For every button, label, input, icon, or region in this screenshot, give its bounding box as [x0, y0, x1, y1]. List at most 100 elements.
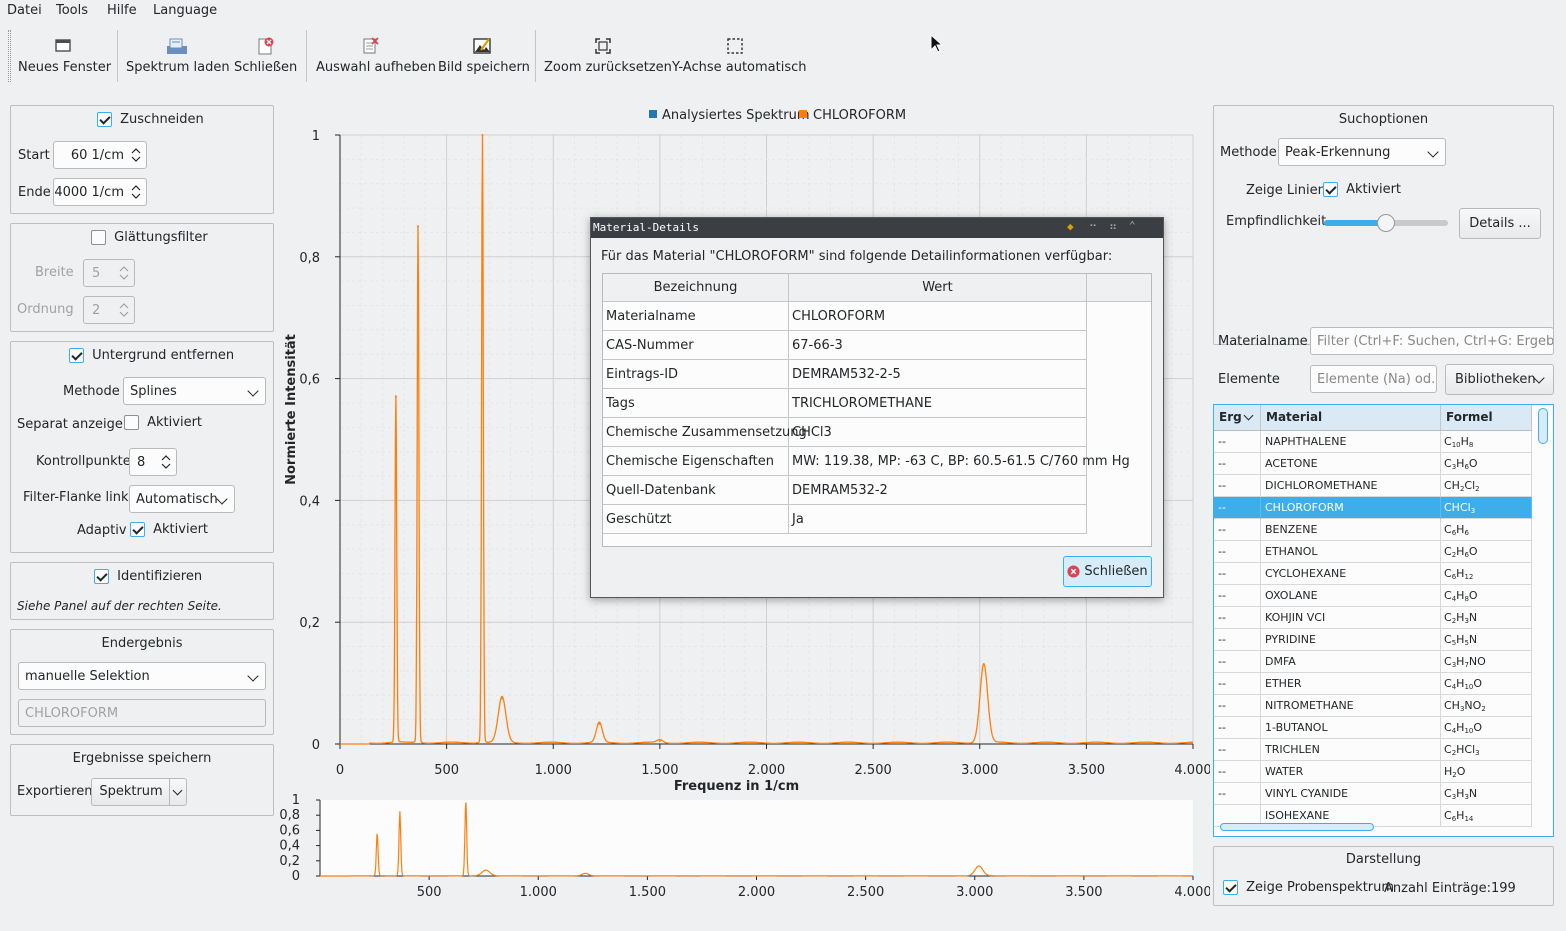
legend-label-chloroform[interactable]: CHLOROFORM — [813, 108, 906, 123]
formula-part: C — [1444, 721, 1452, 734]
table-row[interactable]: -- OXOLANE C4H8O — [1214, 585, 1532, 607]
col-header-formula[interactable]: Formel — [1441, 405, 1532, 431]
overview-chart[interactable]: 500 1.000 1.500 2.000 2.500 3.000 3.500 4.00000… — [280, 790, 1210, 910]
identify-hint: Siehe Panel auf der rechten Seite. — [17, 599, 222, 613]
auto-y-axis-icon — [727, 38, 743, 54]
vertical-scrollbar-handle[interactable] — [1538, 408, 1548, 444]
material-filter-input[interactable]: Filter (Ctrl+F: Suchen, Ctrl+G: Ergebnis… — [1310, 327, 1554, 355]
menu-tools[interactable]: Tools — [56, 3, 88, 18]
menu-language[interactable]: Language — [153, 3, 217, 18]
spin-arrows-icon[interactable] — [130, 145, 142, 165]
formula-part: C — [1444, 655, 1452, 668]
smoothing-toggle[interactable]: Glättungsfilter — [91, 230, 208, 245]
probe-checkbox[interactable] — [1223, 880, 1238, 895]
clear-selection-button[interactable]: Auswahl aufheben — [316, 36, 436, 84]
keep-above-icon[interactable]: ⠶ — [1109, 220, 1117, 233]
table-row[interactable]: -- NAPHTHALENE C10H8 — [1214, 431, 1532, 453]
table-row[interactable]: -- KOHJIN VCI C2H3N — [1214, 607, 1532, 629]
separate-checkbox[interactable] — [124, 415, 139, 430]
table-row[interactable]: -- ETHER C4H10O — [1214, 673, 1532, 695]
start-spinbox[interactable]: 60 1/cm — [53, 141, 147, 169]
row-erg: -- — [1214, 585, 1261, 607]
new-window-button[interactable]: Neues Fenster — [18, 36, 111, 84]
export-button[interactable]: Spektrum — [91, 778, 171, 806]
crop-toggle[interactable]: Zuschneiden — [97, 112, 204, 127]
result-mode-select[interactable]: manuelle Selektion — [18, 662, 266, 690]
control-points-spinbox[interactable]: 8 — [129, 448, 177, 476]
detail-row[interactable]: Tags TRICHLOROMETHANE — [603, 389, 1087, 418]
table-row[interactable]: -- BENZENE C6H6 — [1214, 519, 1532, 541]
identify-checkbox[interactable] — [94, 569, 109, 584]
table-row[interactable]: -- WATER H2O — [1214, 761, 1532, 783]
table-row[interactable]: -- CHLOROFORM CHCl3 — [1214, 497, 1532, 519]
table-row[interactable]: -- VINYL CYANIDE C3H3N — [1214, 783, 1532, 805]
col-header-erg[interactable]: Erg — [1214, 405, 1261, 431]
sensitivity-handle[interactable] — [1377, 214, 1395, 232]
identify-toggle[interactable]: Identifizieren — [94, 569, 202, 584]
table-row[interactable]: -- NITROMETHANE CH3NO2 — [1214, 695, 1532, 717]
maximize-icon[interactable]: ⌃ — [1129, 219, 1136, 232]
table-row[interactable]: -- 1-BUTANOL C4H10O — [1214, 717, 1532, 739]
shade-icon[interactable]: ⠒ — [1089, 220, 1097, 233]
detail-row[interactable]: Eintrags-ID DEMRAM532-2-5 — [603, 360, 1087, 389]
table-row[interactable]: -- CYCLOHEXANE C6H12 — [1214, 563, 1532, 585]
separate-toggle[interactable]: Aktiviert — [124, 415, 202, 430]
horizontal-scrollbar-handle[interactable] — [1220, 823, 1374, 831]
formula-part: 6 — [1464, 529, 1469, 537]
table-row[interactable]: -- DMFA C3H7NO — [1214, 651, 1532, 673]
smoothing-checkbox[interactable] — [91, 230, 106, 245]
toolbar-grip[interactable] — [8, 30, 11, 82]
libraries-button[interactable]: Bibliotheken — [1445, 364, 1554, 395]
detail-row[interactable]: Quell-Datenbank DEMRAM532-2 — [603, 476, 1087, 505]
table-row[interactable]: -- PYRIDINE C5H5N — [1214, 629, 1532, 651]
col-header-value[interactable]: Wert — [789, 274, 1087, 302]
pin-icon[interactable]: ◆ — [1067, 220, 1074, 233]
show-lines-checkbox[interactable] — [1323, 182, 1338, 197]
row-erg: -- — [1214, 519, 1261, 541]
menu-datei[interactable]: Datei — [7, 3, 42, 18]
dialog-close-button[interactable]: Schließen — [1063, 556, 1152, 587]
detail-row[interactable]: Materialname CHLOROFORM — [603, 302, 1087, 331]
dialog-titlebar[interactable]: Material-Details ◆ ⠒ ⠶ ⌃ — [591, 218, 1163, 238]
search-method-select[interactable]: Peak-Erkennung — [1278, 138, 1446, 166]
reset-zoom-button[interactable]: Zoom zurücksetzen — [544, 36, 672, 84]
detail-row[interactable]: Chemische Zusammensetzung CHCl3 — [603, 418, 1087, 447]
background-toggle[interactable]: Untergrund entfernen — [69, 348, 234, 363]
table-row[interactable]: -- ACETONE C3H6O — [1214, 453, 1532, 475]
table-row[interactable]: -- ETHANOL C2H6O — [1214, 541, 1532, 563]
col-header-material[interactable]: Material — [1261, 405, 1441, 431]
auto-y-button[interactable]: Y-Achse automatisch — [672, 36, 807, 84]
details-button[interactable]: Details ... — [1459, 208, 1541, 239]
details-table: Bezeichnung Wert Materialname CHLOROFORM C… — [602, 273, 1152, 547]
flank-select[interactable]: Automatisch — [129, 485, 235, 513]
row-material: NITROMETHANE — [1261, 695, 1441, 717]
save-image-button[interactable]: Bild speichern — [438, 36, 530, 84]
detail-row[interactable]: Geschützt Ja — [603, 505, 1087, 534]
elements-input[interactable]: Elemente (Na) od... — [1310, 365, 1437, 393]
show-lines-toggle[interactable]: Aktiviert — [1323, 182, 1401, 197]
detail-row[interactable]: CAS-Nummer 67-66-3 — [603, 331, 1087, 360]
method-select[interactable]: Splines — [123, 377, 266, 405]
adaptive-toggle[interactable]: Aktiviert — [130, 522, 208, 537]
end-spinbox[interactable]: 4000 1/cm — [53, 178, 147, 206]
legend-label-analyzed[interactable]: Analysiertes Spektrum — [662, 108, 810, 123]
elements-label: Elemente — [1218, 372, 1280, 387]
table-row[interactable]: -- TRICHLEN C2HCl3 — [1214, 739, 1532, 761]
col-header-name[interactable]: Bezeichnung — [603, 274, 789, 302]
menu-bar: Datei Tools Hilfe Language — [0, 0, 1566, 22]
close-spectrum-button[interactable]: Schließen — [234, 36, 297, 84]
spin-arrows-icon[interactable] — [160, 452, 172, 472]
crop-checkbox[interactable] — [97, 112, 112, 127]
spin-arrows-icon[interactable] — [130, 182, 142, 202]
adaptive-checkbox[interactable] — [130, 522, 145, 537]
background-checkbox[interactable] — [69, 348, 84, 363]
sensitivity-slider[interactable] — [1324, 214, 1448, 232]
detail-row[interactable]: Chemische Eigenschaften MW: 119.38, MP: -… — [603, 447, 1130, 476]
table-row[interactable]: -- DICHLOROMETHANE CH2Cl2 — [1214, 475, 1532, 497]
menu-hilfe[interactable]: Hilfe — [107, 3, 137, 18]
probe-toggle[interactable]: Zeige Probenspektrum — [1223, 880, 1394, 895]
load-spectrum-button[interactable]: Spektrum laden — [126, 36, 230, 84]
formula-part: C — [1444, 787, 1452, 800]
export-dropdown[interactable] — [169, 778, 187, 806]
formula-part: O — [1468, 589, 1478, 602]
